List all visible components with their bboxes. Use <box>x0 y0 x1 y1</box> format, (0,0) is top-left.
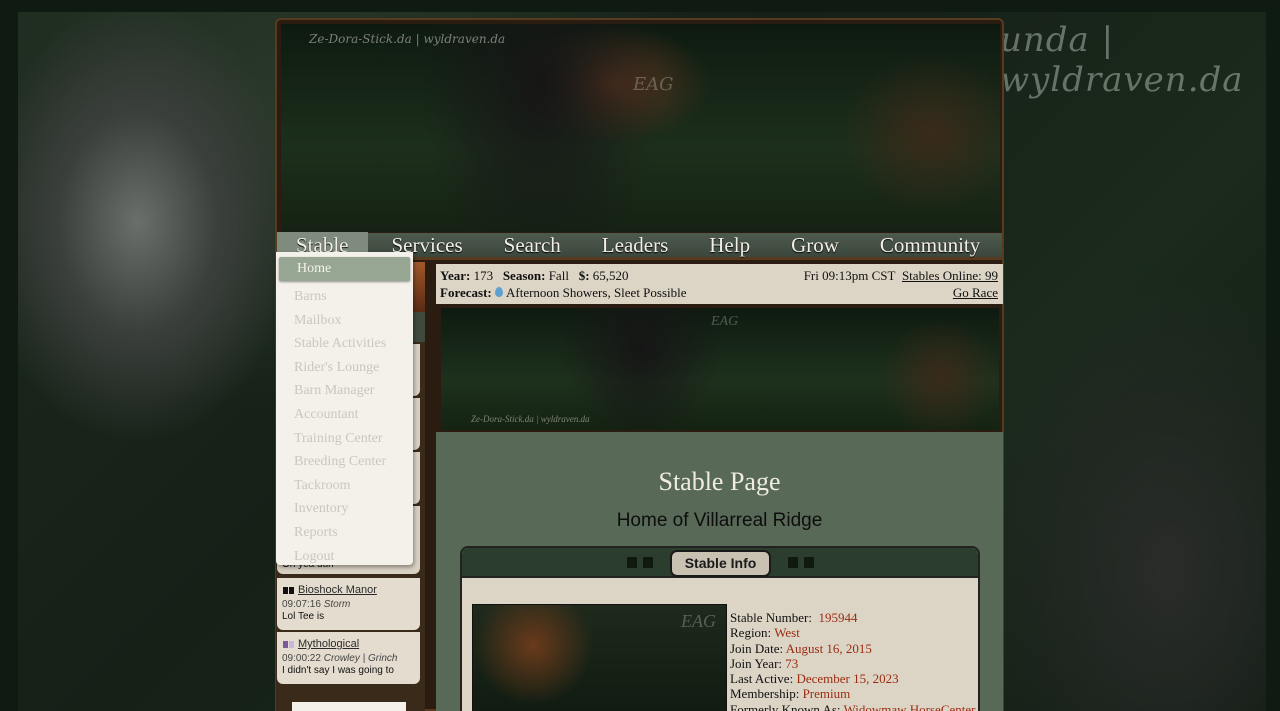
forecast-value: Afternoon Showers, Sleet Possible <box>505 285 687 300</box>
chat-time: 09:00:22 <box>282 653 321 664</box>
chat-user: Crowley | Grinch <box>323 653 398 664</box>
banner-logo: EAG <box>633 74 674 95</box>
info-row: Last Active: December 15, 2023 <box>730 671 899 687</box>
info-row: Formerly Known As: Widowmaw HorseCenter <box>730 701 976 711</box>
stables-online-link[interactable]: Stables Online: 99 <box>902 268 998 283</box>
menu-barn-manager[interactable]: Barn Manager <box>276 379 413 403</box>
flag-icon <box>283 586 294 594</box>
chat-message: I didn't say I was going to <box>282 665 394 676</box>
chat-stable-link[interactable]: Bioshock Manor <box>298 584 377 596</box>
photo-logo: EAG <box>681 611 716 631</box>
sidebar-input[interactable] <box>292 702 406 711</box>
nav-help[interactable]: Help <box>690 232 772 259</box>
flag-icon <box>283 640 294 648</box>
stable-dropdown-menu: Home Barns Mailbox Stable Activities Rid… <box>276 252 413 565</box>
year-value: 173 <box>473 268 494 283</box>
money-value: 65,520 <box>592 268 629 283</box>
header-banner: Ze-Dora-Stick.da | wyldraven.da EAG <box>281 24 1000 232</box>
stable-banner-image: EAG Ze-Dora-Stick.da | wyldraven.da <box>441 308 999 430</box>
info-row: Stable Number: 195944 <box>730 610 858 625</box>
menu-breeding-center[interactable]: Breeding Center <box>276 450 413 474</box>
menu-barns[interactable]: Barns <box>276 285 413 309</box>
nav-leaders[interactable]: Leaders <box>583 232 690 259</box>
info-row: Membership: Premium <box>730 686 851 702</box>
info-row: Join Year: 73 <box>730 655 799 671</box>
stable-info-list: Stable Number: 195944 Region: West Join … <box>730 610 975 711</box>
chat-message: Lol Tee is <box>282 611 325 622</box>
menu-tackroom[interactable]: Tackroom <box>276 474 413 498</box>
chat-stable-link[interactable]: Mythological <box>298 638 359 650</box>
server-time: Fri 09:13pm CST <box>803 268 896 283</box>
menu-home[interactable]: Home <box>279 257 410 281</box>
menu-inventory[interactable]: Inventory <box>276 497 413 521</box>
chat-user: Storm <box>323 599 351 610</box>
nav-community[interactable]: Community <box>861 232 1002 259</box>
raindrop-icon <box>494 287 503 297</box>
page-title: Stable Page <box>658 467 781 496</box>
menu-logout[interactable]: Logout <box>276 545 413 569</box>
chat-entry: Bioshock Manor 09:07:16 Storm Lol Tee is <box>277 578 420 630</box>
flag-icon <box>627 557 653 568</box>
stable-info-panel: Stable Info EAG Stable Number: 195944 Re… <box>460 546 980 711</box>
money-label: $: <box>578 268 590 283</box>
chat-entry: Mythological 09:00:22 Crowley | Grinch I… <box>277 632 420 684</box>
season-label: Season: <box>502 268 546 283</box>
menu-riders-lounge[interactable]: Rider's Lounge <box>276 356 413 380</box>
menu-accountant[interactable]: Accountant <box>276 403 413 427</box>
sidebar-dark-strip <box>412 312 425 342</box>
sidebar-photo-strip <box>412 262 425 312</box>
menu-mailbox[interactable]: Mailbox <box>276 309 413 333</box>
background-watermark: unda | wyldraven.da <box>1000 20 1244 100</box>
page-subtitle: Home of Villarreal Ridge <box>616 510 823 531</box>
mini-banner-logo: EAG <box>711 314 739 329</box>
main-content: Stable Page Home of Villarreal Ridge Sta… <box>436 432 1003 711</box>
menu-reports[interactable]: Reports <box>276 521 413 545</box>
info-row: Join Date: August 16, 2015 <box>730 640 872 656</box>
flag-icon <box>788 557 814 568</box>
tab-stable-info[interactable]: Stable Info <box>670 550 771 577</box>
go-race-link[interactable]: Go Race <box>953 285 998 300</box>
banner-signature: Ze-Dora-Stick.da | wyldraven.da <box>309 32 506 46</box>
menu-training-center[interactable]: Training Center <box>276 427 413 451</box>
menu-stable-activities[interactable]: Stable Activities <box>276 332 413 356</box>
status-bar: Year: 173 Season: Fall $: 65,520 Forecas… <box>436 264 1003 304</box>
nav-search[interactable]: Search <box>485 232 583 259</box>
info-row: Region: West <box>730 625 800 641</box>
season-value: Fall <box>548 268 569 283</box>
panel-header: Stable Info <box>462 548 978 578</box>
year-label: Year: <box>440 268 471 283</box>
chat-time: 09:07:16 <box>282 599 321 610</box>
mini-banner-signature: Ze-Dora-Stick.da | wyldraven.da <box>471 414 590 424</box>
forecast-label: Forecast: <box>440 285 492 300</box>
nav-grow[interactable]: Grow <box>772 232 861 259</box>
stable-photo: EAG <box>472 604 727 711</box>
